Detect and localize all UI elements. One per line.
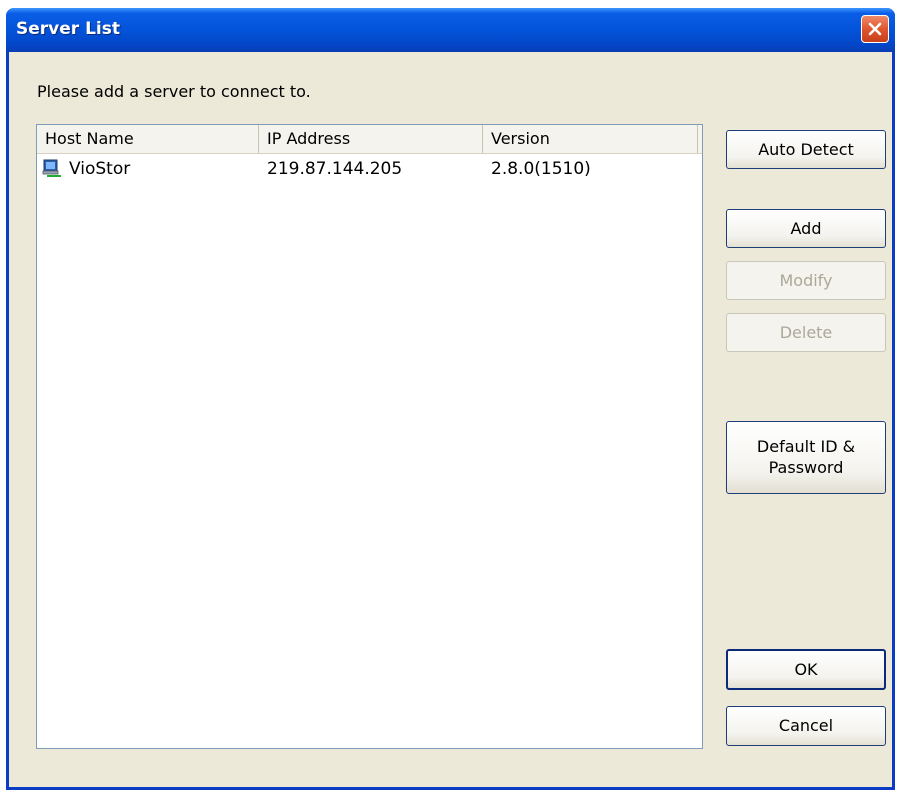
auto-detect-button[interactable]: Auto Detect <box>726 130 886 169</box>
column-header-host-name[interactable]: Host Name <box>37 125 259 153</box>
default-id-password-button[interactable]: Default ID & Password <box>726 421 886 494</box>
title-bar[interactable]: Server List <box>6 8 895 52</box>
version-cell: 2.8.0(1510) <box>491 159 591 179</box>
cancel-button[interactable]: Cancel <box>726 706 886 746</box>
modify-button[interactable]: Modify <box>726 261 886 300</box>
server-list-view[interactable]: Host Name IP Address Version VioStor 219… <box>36 124 703 749</box>
default-id-password-label-line1: Default ID & <box>756 437 856 456</box>
table-row[interactable]: VioStor 219.87.144.205 2.8.0(1510) <box>37 156 702 182</box>
default-id-password-label-line2: Password <box>768 458 844 477</box>
ip-address-cell: 219.87.144.205 <box>267 159 403 179</box>
close-icon <box>868 22 882 36</box>
close-button[interactable] <box>861 15 889 43</box>
host-name-text: VioStor <box>69 159 131 179</box>
window-title: Server List <box>16 19 120 39</box>
server-list-dialog: Server List Please add a server to conne… <box>6 8 895 790</box>
ok-button[interactable]: OK <box>726 649 886 690</box>
list-header: Host Name IP Address Version <box>37 125 702 154</box>
server-computer-icon <box>42 159 61 177</box>
add-button[interactable]: Add <box>726 209 886 248</box>
column-header-ip-address[interactable]: IP Address <box>259 125 483 153</box>
host-name-cell: VioStor <box>37 159 259 179</box>
column-header-version[interactable]: Version <box>483 125 698 153</box>
delete-button[interactable]: Delete <box>726 313 886 352</box>
instruction-text: Please add a server to connect to. <box>37 82 311 101</box>
